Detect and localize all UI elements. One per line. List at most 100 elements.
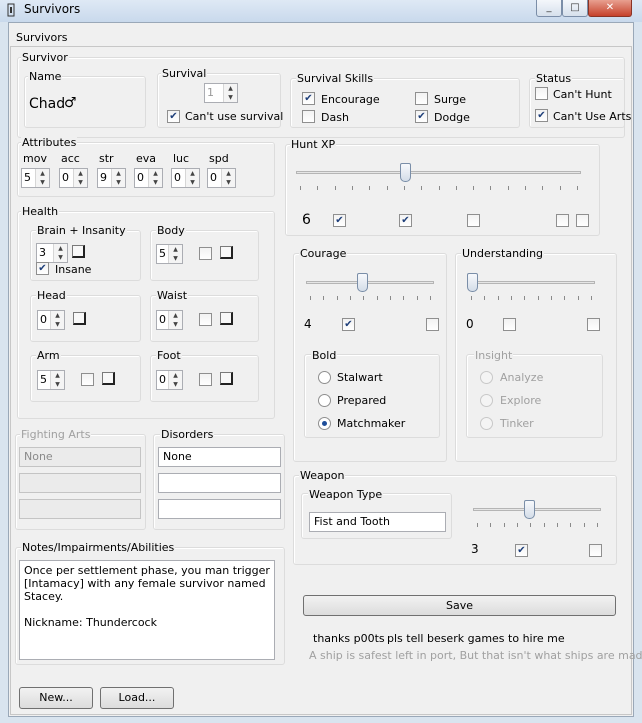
notes-textarea[interactable]: Once per settlement phase, you man trigg… [19,560,275,660]
bold-stalwart-radio[interactable] [318,371,331,384]
weapon-checkbox-2[interactable] [589,544,602,557]
waist-spinner[interactable]: 0 ▲ ▼ [156,310,183,330]
minimize-button[interactable]: _ [536,0,562,17]
insight-analyze-label: Analyze [500,371,544,384]
cant-hunt-label: Can't Hunt [553,88,612,101]
bold-prepared-radio[interactable] [318,394,331,407]
attribute-spinner-eva[interactable]: 0 ▲ ▼ [134,168,163,188]
encourage-checkbox[interactable]: ✔ [302,92,315,105]
weapon-type-field[interactable]: Fist and Tooth [309,512,446,532]
attribute-label-str: str [99,152,114,165]
insight-tinker-label: Tinker [500,417,534,430]
head-heavy-box[interactable] [73,312,86,325]
waist-light-checkbox[interactable] [199,313,212,326]
attribute-spinner-luc[interactable]: 0 ▲ ▼ [171,168,200,188]
dash-checkbox[interactable] [302,110,315,123]
hunt-xp-slider-tick [404,186,405,190]
courage-value: 4 [304,317,312,331]
bold-matchmaker-radio[interactable] [318,417,331,430]
arm-light-checkbox[interactable] [81,373,94,386]
attribute-spinner-spd[interactable]: 0 ▲ ▼ [207,168,236,188]
cant-use-survival-checkbox[interactable]: ✔ [167,110,180,123]
hunt-xp-slider-tick [577,186,578,190]
dodge-checkbox[interactable]: ✔ [415,110,428,123]
understanding-slider-tick [591,296,592,300]
weapon-slider-tick [477,523,478,527]
body-title: Body [156,224,186,237]
understanding-value: 0 [466,317,474,331]
new-button[interactable]: New... [19,687,93,709]
hunt-xp-checkbox-3[interactable] [467,214,480,227]
weapon-slider-tick [584,523,585,527]
attribute-label-acc: acc [61,152,80,165]
weapon-slider-thumb[interactable] [524,500,535,519]
tab-survivors[interactable]: Survivors [10,29,68,45]
disorders-title: Disorders [160,428,215,441]
insane-checkbox[interactable]: ✔ [36,262,49,275]
courage-slider-tick [350,296,351,300]
maximize-button[interactable]: □ [562,0,588,17]
window-title: Survivors [24,2,81,16]
understanding-slider-thumb[interactable] [467,273,478,292]
bold-matchmaker-label: Matchmaker [337,417,406,430]
hunt-xp-slider-tick [335,186,336,190]
arm-title: Arm [36,349,61,362]
body-spinner[interactable]: 5 ▲ ▼ [156,244,183,264]
courage-slider-tick [337,296,338,300]
hunt-xp-value: 6 [302,212,311,228]
attribute-spinner-acc[interactable]: 0 ▲ ▼ [59,168,88,188]
attribute-label-mov: mov [23,152,47,165]
survivor-name[interactable]: Chad [29,96,65,113]
arm-spinner[interactable]: 5 ▲ ▼ [37,370,65,390]
attribute-spinner-str[interactable]: 9 ▲ ▼ [97,168,126,188]
body-heavy-box[interactable] [220,246,233,259]
foot-light-checkbox[interactable] [199,373,212,386]
understanding-checkbox-1[interactable] [503,318,516,331]
courage-slider-thumb[interactable] [357,273,368,292]
hunt-xp-slider-tick [369,186,370,190]
understanding-slider-tick [484,296,485,300]
understanding-slider-tick [471,296,472,300]
brain-damage-box[interactable] [72,245,85,258]
weapon-checkbox-1[interactable]: ✔ [515,544,528,557]
head-spinner[interactable]: 0 ▲ ▼ [37,310,65,330]
hunt-xp-checkbox-4[interactable] [556,214,569,227]
attribute-spinner-mov[interactable]: 5 ▲ ▼ [21,168,50,188]
hunt-xp-checkbox-1[interactable]: ✔ [333,214,346,227]
cant-use-arts-label: Can't Use Arts [553,110,632,123]
understanding-slider-tick [551,296,552,300]
courage-checkbox-2[interactable] [426,318,439,331]
foot-spinner[interactable]: 0 ▲ ▼ [156,370,183,390]
quote-text: A ship is safest left in port, But that … [309,649,642,662]
disorder-2[interactable] [158,473,281,493]
cant-use-arts-checkbox[interactable]: ✔ [535,109,548,122]
hunt-xp-slider-thumb[interactable] [400,163,411,182]
foot-heavy-box[interactable] [220,372,233,385]
insight-analyze-radio [480,371,493,384]
hunt-xp-slider-tick [421,186,422,190]
close-button[interactable]: ✕ [588,0,632,17]
hunt-xp-checkbox-5[interactable] [576,214,589,227]
hunt-xp-checkbox-2[interactable]: ✔ [399,214,412,227]
disorder-3[interactable] [158,499,281,519]
brain-spinner[interactable]: 3 ▲ ▼ [36,243,68,263]
arm-heavy-box[interactable] [102,372,115,385]
surge-checkbox[interactable] [415,92,428,105]
understanding-slider-tick [578,296,579,300]
understanding-checkbox-2[interactable] [587,318,600,331]
hunt-xp-slider-tick [508,186,509,190]
load-button[interactable]: Load... [100,687,174,709]
dash-label: Dash [321,111,349,124]
save-button[interactable]: Save [303,595,616,616]
body-light-checkbox[interactable] [199,247,212,260]
cant-hunt-checkbox[interactable] [535,87,548,100]
insight-title: Insight [474,349,514,362]
hunt-xp-slider-tick [542,186,543,190]
survivor-group-title: Survivor [21,51,69,64]
disorder-1[interactable]: None [158,447,281,467]
understanding-title: Understanding [461,247,545,260]
fighting-art-2 [19,473,141,493]
waist-heavy-box[interactable] [220,312,233,325]
courage-checkbox-1[interactable]: ✔ [342,318,355,331]
name-group-title: Name [28,70,63,83]
